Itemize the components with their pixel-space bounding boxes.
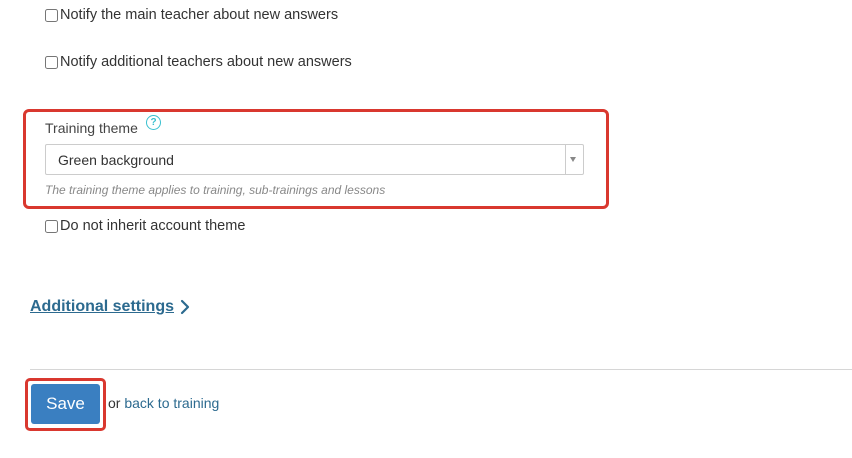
training-theme-label: Training theme [45, 120, 138, 136]
notify-main-teacher-row[interactable]: Notify the main teacher about new answer… [45, 7, 338, 23]
back-to-training-link[interactable]: back to training [124, 395, 219, 411]
training-settings-form: Notify the main teacher about new answer… [0, 0, 852, 458]
notify-additional-teachers-checkbox[interactable] [45, 55, 58, 69]
training-theme-hint: The training theme applies to training, … [45, 183, 386, 197]
do-not-inherit-checkbox[interactable] [45, 219, 58, 233]
training-theme-selected-value: Green background [58, 152, 174, 168]
do-not-inherit-label: Do not inherit account theme [60, 218, 246, 234]
save-button[interactable]: Save [31, 384, 100, 424]
notify-main-teacher-checkbox[interactable] [45, 8, 58, 22]
select-arrow-area[interactable] [565, 145, 583, 174]
training-theme-select[interactable]: Green background [45, 144, 584, 175]
back-row: or back to training [108, 395, 219, 411]
chevron-down-icon [570, 157, 576, 162]
or-text: or [108, 395, 121, 411]
do-not-inherit-row[interactable]: Do not inherit account theme [45, 218, 245, 234]
additional-settings-link[interactable]: Additional settings [30, 298, 192, 316]
additional-settings-label: Additional settings [30, 298, 174, 315]
help-icon[interactable]: ? [146, 115, 161, 130]
footer-divider [30, 369, 852, 370]
notify-main-teacher-label: Notify the main teacher about new answer… [60, 7, 339, 23]
chevron-right-icon [180, 299, 190, 315]
notify-additional-teachers-row[interactable]: Notify additional teachers about new ans… [45, 54, 352, 70]
notify-additional-teachers-label: Notify additional teachers about new ans… [60, 54, 352, 70]
